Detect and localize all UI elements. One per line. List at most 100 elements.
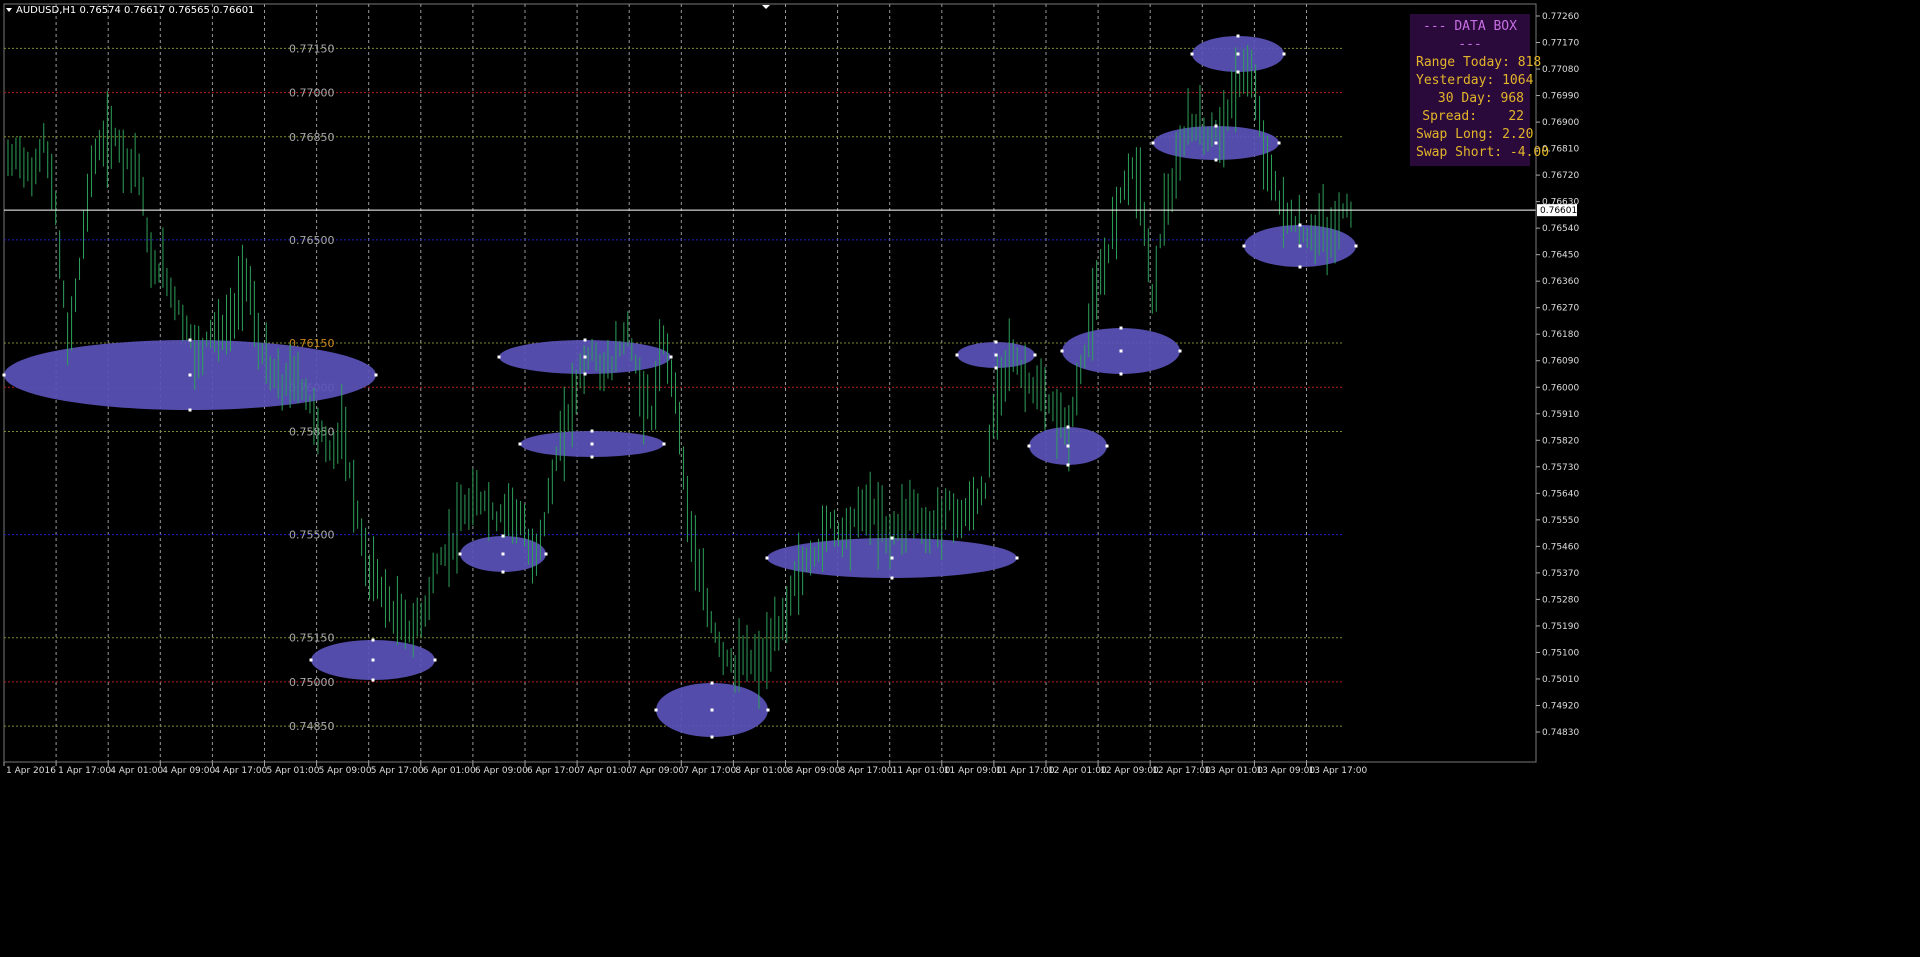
ellipse-handle[interactable] <box>765 556 769 560</box>
right-price-axis[interactable]: 0.772600.771700.770800.769900.769000.768… <box>1535 4 1579 762</box>
ellipse-handle[interactable] <box>1354 244 1358 248</box>
x-tick-label: 12 Apr 17:00 <box>1152 766 1211 776</box>
ellipse-handle[interactable] <box>583 372 587 376</box>
ellipse-handle[interactable] <box>1298 223 1302 227</box>
ellipse-handle[interactable] <box>1190 52 1194 56</box>
ellipse-handle[interactable] <box>1119 349 1123 353</box>
data-box-range-today: Range Today: 818 <box>1416 55 1542 70</box>
ellipse-handle[interactable] <box>371 638 375 642</box>
x-tick-label: 7 Apr 09:00 <box>631 766 684 776</box>
ellipse-handle[interactable] <box>1298 244 1302 248</box>
ellipse-handle[interactable] <box>1214 158 1218 162</box>
ellipse-handle[interactable] <box>1015 556 1019 560</box>
ellipse-handle[interactable] <box>890 576 894 580</box>
data-box-swap-long: Swap Long: 2.20 <box>1416 127 1534 142</box>
ellipse-handle[interactable] <box>2 373 6 377</box>
ellipse-handle[interactable] <box>1214 141 1218 145</box>
y-tick-label: 0.74830 <box>1542 728 1579 738</box>
ellipse-handle[interactable] <box>1066 425 1070 429</box>
y-tick-label: 0.77170 <box>1542 39 1579 49</box>
level-label: 0.77000 <box>289 87 335 100</box>
ellipse-handle[interactable] <box>1282 52 1286 56</box>
ellipse-handle[interactable] <box>544 552 548 556</box>
x-tick-label: 4 Apr 01:00 <box>110 766 163 776</box>
ellipse-handle[interactable] <box>1277 141 1281 145</box>
ellipse-handle[interactable] <box>374 373 378 377</box>
ellipse-handle[interactable] <box>583 338 587 342</box>
ellipse-handle[interactable] <box>890 556 894 560</box>
data-box-title: --- DATA BOX --- <box>1423 19 1517 52</box>
y-tick-label: 0.75280 <box>1542 595 1579 605</box>
time-axis[interactable]: 1 Apr 2016 1 Apr 17:00 4 Apr 01:00 4 Apr 09… <box>3 762 1367 776</box>
y-tick-label: 0.75640 <box>1542 489 1579 499</box>
ellipse-objects[interactable] <box>4 36 1356 737</box>
dropdown-arrow-icon[interactable] <box>6 8 12 12</box>
ellipse-handle[interactable] <box>1105 444 1109 448</box>
ellipse-handle[interactable] <box>188 338 192 342</box>
y-tick-label: 0.75100 <box>1542 648 1579 658</box>
ellipse-handle[interactable] <box>994 340 998 344</box>
level-label: 0.74850 <box>289 720 335 733</box>
ellipse-handle[interactable] <box>766 708 770 712</box>
ellipse-handle[interactable] <box>371 658 375 662</box>
level-label: 0.75500 <box>289 529 335 542</box>
ellipse-handle[interactable] <box>1066 444 1070 448</box>
ellipse-handle[interactable] <box>188 373 192 377</box>
ellipse-handle[interactable] <box>1027 444 1031 448</box>
ellipse-handle[interactable] <box>890 536 894 540</box>
ellipse-handle[interactable] <box>371 678 375 682</box>
x-tick-label: 1 Apr 2016 <box>6 766 56 776</box>
ellipse-handle[interactable] <box>433 658 437 662</box>
ellipse-handle[interactable] <box>518 442 522 446</box>
ellipse-handle[interactable] <box>1033 353 1037 357</box>
ellipse-handle[interactable] <box>501 552 505 556</box>
ellipse-handle[interactable] <box>1214 124 1218 128</box>
ellipse-handle[interactable] <box>501 570 505 574</box>
x-tick-label: 5 Apr 01:00 <box>267 766 320 776</box>
y-tick-label: 0.75910 <box>1542 410 1579 420</box>
ellipse-handle[interactable] <box>590 455 594 459</box>
y-tick-label: 0.74920 <box>1542 701 1579 711</box>
level-label: 0.76850 <box>289 131 335 144</box>
ellipse-handle[interactable] <box>710 681 714 685</box>
ellipse-handle[interactable] <box>1242 244 1246 248</box>
ellipse-handle[interactable] <box>1178 349 1182 353</box>
ellipse-handle[interactable] <box>710 735 714 739</box>
ellipse-handle[interactable] <box>662 442 666 446</box>
level-label: 0.77150 <box>289 42 335 55</box>
ellipse-handle[interactable] <box>309 658 313 662</box>
y-tick-label: 0.75190 <box>1542 622 1579 632</box>
ellipse-handle[interactable] <box>1119 326 1123 330</box>
ellipse-handle[interactable] <box>710 708 714 712</box>
ellipse-handle[interactable] <box>994 366 998 370</box>
ellipse-handle[interactable] <box>669 355 673 359</box>
current-price-tag: 0.76601 <box>1537 204 1577 217</box>
price-chart[interactable]: 0.771500.770000.768500.765000.761500.760… <box>0 0 1920 957</box>
ellipse-handle[interactable] <box>1066 463 1070 467</box>
scroll-marker-icon <box>762 5 770 9</box>
y-tick-label: 0.75370 <box>1542 569 1579 579</box>
ellipse-handle[interactable] <box>583 355 587 359</box>
ellipse-handle[interactable] <box>501 534 505 538</box>
ellipse-handle[interactable] <box>1119 372 1123 376</box>
x-tick-label: 4 Apr 09:00 <box>162 766 215 776</box>
ellipse-handle[interactable] <box>654 708 658 712</box>
ellipse-handle[interactable] <box>188 408 192 412</box>
x-tick-label: 7 Apr 17:00 <box>683 766 736 776</box>
ellipse-handle[interactable] <box>1060 349 1064 353</box>
ellipse-handle[interactable] <box>1236 52 1240 56</box>
ellipse-handle[interactable] <box>994 353 998 357</box>
ellipse-handle[interactable] <box>1298 265 1302 269</box>
data-box-swap-short: Swap Short: -4.00 <box>1416 145 1550 160</box>
ellipse-handle[interactable] <box>590 429 594 433</box>
ellipse-handle[interactable] <box>590 442 594 446</box>
ellipse-handle[interactable] <box>1151 141 1155 145</box>
ellipse-handle[interactable] <box>1236 70 1240 74</box>
y-tick-label: 0.76720 <box>1542 171 1579 181</box>
x-tick-label: 6 Apr 09:00 <box>475 766 528 776</box>
ellipse-handle[interactable] <box>497 355 501 359</box>
ellipse-handle[interactable] <box>955 353 959 357</box>
ellipse-handle[interactable] <box>458 552 462 556</box>
y-tick-label: 0.75010 <box>1542 675 1579 685</box>
ellipse-handle[interactable] <box>1236 34 1240 38</box>
